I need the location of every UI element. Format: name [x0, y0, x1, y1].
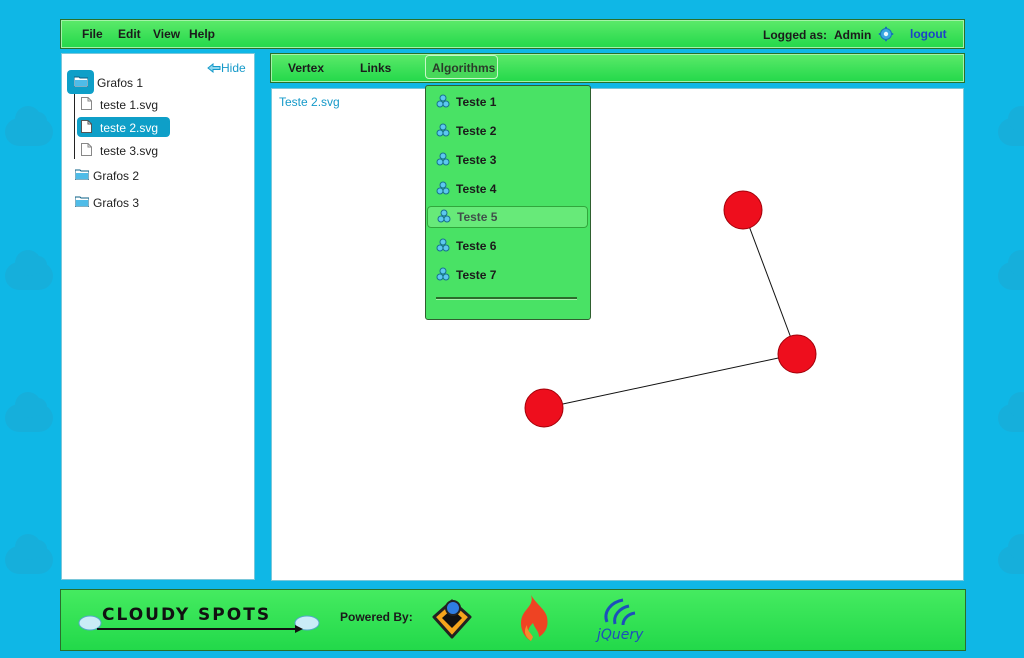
gear-icon[interactable]	[878, 26, 894, 42]
background-cloud	[5, 392, 53, 432]
radiation-icon	[436, 94, 450, 108]
tree-file-teste-3[interactable]: teste 3.svg	[77, 140, 197, 160]
tab-algorithms-label: Algorithms	[432, 61, 496, 75]
tool-tab-bar: Vertex Links Algorithms	[270, 53, 965, 83]
radiation-icon	[436, 152, 450, 166]
arrow-left-icon	[207, 62, 221, 74]
radiation-icon	[436, 181, 450, 195]
radiation-icon	[436, 267, 450, 281]
menu-divider	[436, 297, 577, 299]
tree-file-teste-1[interactable]: teste 1.svg	[77, 94, 197, 114]
jquery-swirl-icon	[604, 598, 636, 626]
hide-button[interactable]: Hide	[207, 61, 246, 75]
logout-link[interactable]: logout	[910, 27, 947, 41]
tree-folder-grafos-1[interactable]: Grafos 1	[67, 70, 207, 94]
file-label: teste 2.svg	[100, 121, 159, 135]
tree-folder-grafos-3[interactable]: Grafos 3	[72, 194, 192, 214]
graph-drawing	[524, 190, 817, 428]
file-icon	[81, 120, 92, 133]
file-tree-panel: Hide Grafos 1 teste 1.svg teste 2.svg te…	[61, 53, 255, 580]
jquery-wordmark: jQuery	[597, 627, 644, 643]
menu-item-teste-2[interactable]: Teste 2	[426, 120, 590, 142]
menu-item-teste-5-hovered[interactable]: Teste 5	[427, 206, 588, 228]
tab-vertex[interactable]: Vertex	[288, 61, 324, 75]
tree-file-teste-2[interactable]: teste 2.svg	[77, 117, 170, 137]
background-cloud	[998, 106, 1024, 146]
algorithms-dropdown: Teste 1 Teste 2 Teste 3 Teste 4 Teste 5 …	[425, 85, 591, 320]
footer-bar: CLOUDY SPOTS Powered By: jQuery	[60, 589, 966, 651]
file-label: teste 1.svg	[100, 98, 159, 112]
powered-by-label: Powered By:	[340, 610, 413, 624]
graph-vertex[interactable]	[524, 388, 564, 428]
inkscape-logo-icon	[432, 599, 472, 639]
background-cloud	[5, 106, 53, 146]
file-icon	[81, 97, 92, 110]
menu-bar: File Edit View Help Logged as: Admin log…	[60, 19, 965, 49]
folder-icon	[75, 196, 89, 207]
menu-item-label: Teste 6	[456, 239, 497, 253]
menu-edit[interactable]: Edit	[118, 27, 141, 41]
menu-item-teste-1[interactable]: Teste 1	[426, 91, 590, 113]
menu-item-teste-4[interactable]: Teste 4	[426, 178, 590, 200]
graph-vertex[interactable]	[723, 190, 763, 230]
background-cloud	[998, 392, 1024, 432]
file-label: teste 3.svg	[100, 144, 159, 158]
menu-item-label: Teste 7	[456, 268, 497, 282]
tab-algorithms[interactable]: Algorithms	[425, 55, 498, 79]
menu-view[interactable]: View	[153, 27, 180, 41]
graph-vertex[interactable]	[777, 334, 817, 374]
menu-item-label: Teste 4	[456, 182, 497, 196]
radiation-icon	[437, 209, 451, 223]
background-cloud	[998, 250, 1024, 290]
graph-link[interactable]	[742, 209, 798, 355]
user-name: Admin	[834, 28, 872, 42]
tab-links[interactable]: Links	[360, 61, 391, 75]
folder-label: Grafos 2	[93, 169, 140, 183]
background-cloud	[5, 250, 53, 290]
background-cloud	[998, 534, 1024, 574]
menu-item-label: Teste 5	[457, 210, 498, 224]
graph-link[interactable]	[543, 353, 798, 409]
logged-as-label: Logged as:	[763, 28, 828, 42]
radiation-icon	[436, 123, 450, 137]
menu-item-label: Teste 3	[456, 153, 497, 167]
background-cloud	[5, 534, 53, 574]
menu-item-teste-7[interactable]: Teste 7	[426, 264, 590, 286]
folder-icon	[75, 169, 89, 180]
menu-item-teste-6[interactable]: Teste 6	[426, 235, 590, 257]
folder-label: Grafos 3	[93, 196, 140, 210]
radiation-icon	[436, 238, 450, 252]
jquery-logo: jQuery	[593, 594, 653, 646]
hide-label: Hide	[221, 61, 246, 75]
folder-open-icon	[74, 76, 88, 87]
brand-name: CLOUDY SPOTS	[102, 605, 272, 625]
cloudy-spots-logo: CLOUDY SPOTS	[77, 604, 322, 634]
file-icon	[81, 143, 92, 156]
menu-item-label: Teste 1	[456, 95, 497, 109]
folder-label: Grafos 1	[97, 76, 144, 90]
menu-help[interactable]: Help	[189, 27, 215, 41]
menu-file[interactable]: File	[82, 27, 103, 41]
menu-item-label: Teste 2	[456, 124, 497, 138]
tree-folder-grafos-2[interactable]: Grafos 2	[72, 167, 192, 187]
tree-branch-line	[74, 94, 75, 159]
graph-canvas[interactable]: Teste 2.svg	[271, 88, 964, 581]
menu-item-teste-3[interactable]: Teste 3	[426, 149, 590, 171]
codeigniter-logo-icon	[521, 595, 548, 641]
